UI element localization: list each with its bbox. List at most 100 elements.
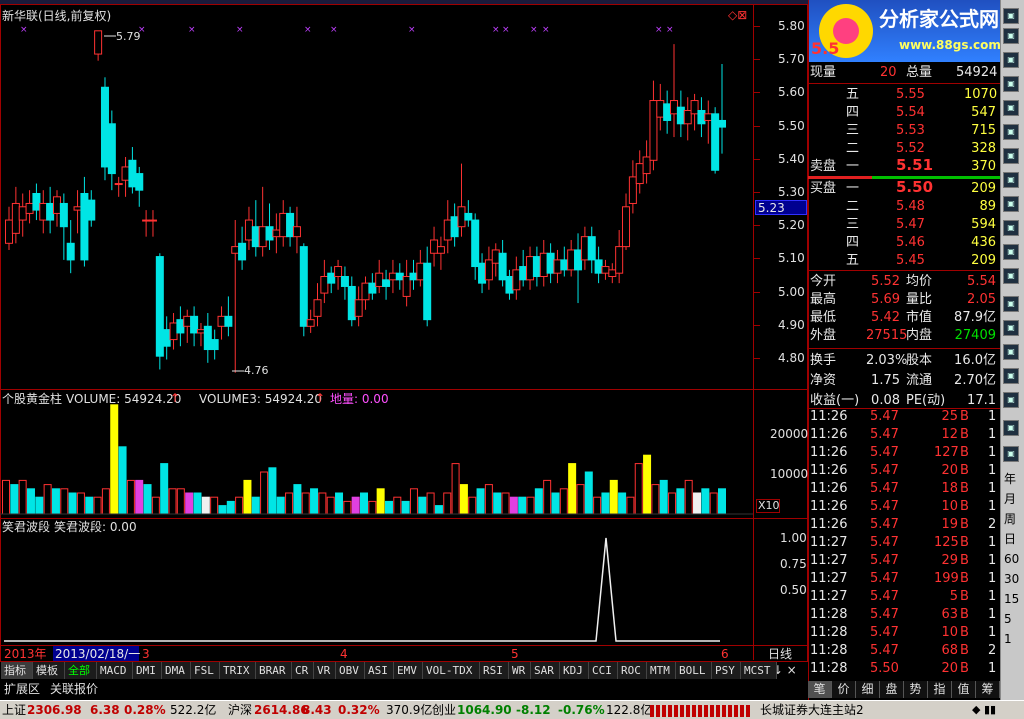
toolbar-icon[interactable]: ▣ [1003, 420, 1019, 436]
toolbar-icon[interactable]: ▣ [1003, 320, 1019, 336]
tab-indicator-wr[interactable]: WR [509, 662, 531, 679]
toolbar-icon[interactable]: ▣ [1003, 220, 1019, 236]
toolbar-icon[interactable]: ▣ [1003, 148, 1019, 164]
toolbar-icon[interactable]: ▣ [1003, 28, 1019, 44]
quote-tab-6[interactable]: 值 [952, 681, 976, 698]
price-axis-label: 5.00 [778, 284, 805, 299]
volume-bar [243, 479, 252, 515]
period-button-1[interactable]: 月 [1004, 492, 1016, 506]
toolbar-icon[interactable]: ▣ [1003, 268, 1019, 284]
volume-bar [326, 496, 335, 515]
tab-indicator-kdj[interactable]: KDJ [560, 662, 589, 679]
quote-tab-4[interactable]: 势 [904, 681, 928, 698]
tab-indicator-boll[interactable]: BOLL [676, 662, 712, 679]
price-axis-tick [754, 324, 760, 326]
tick-price: 5.47 [870, 535, 899, 550]
toolbar-icon[interactable]: ▣ [1003, 296, 1019, 312]
tick-side: B [960, 445, 969, 460]
tick-row: 11:28 5.47 68 B 2 [808, 642, 1000, 660]
period-button-4[interactable]: 60 [1004, 552, 1019, 566]
tab-indicator-mtm[interactable]: MTM [647, 662, 676, 679]
tab-indicator-brar[interactable]: BRAR [256, 662, 292, 679]
bid-price: 5.50 [896, 178, 934, 196]
toolbar-icon[interactable]: ▣ [1003, 172, 1019, 188]
bid-volume: 209 [971, 181, 996, 196]
price-axis-label: 5.80 [778, 19, 805, 33]
volume-bar [35, 496, 44, 515]
toolbar-icon[interactable]: ▣ [1003, 100, 1019, 116]
tab-indicator-emv[interactable]: EMV [394, 662, 423, 679]
period-button-7[interactable]: 5 [1004, 612, 1012, 626]
quote-tab-7[interactable]: 筹 [976, 681, 1000, 698]
toolbar-icon[interactable]: ▣ [1003, 344, 1019, 360]
period-button-2[interactable]: 周 [1004, 512, 1016, 526]
tab-indicator-obv[interactable]: OBV [336, 662, 365, 679]
tab-indicator-dmi[interactable]: DMI [133, 662, 162, 679]
tab-extension-area[interactable]: 扩展区 [4, 682, 40, 696]
bid-price: 5.48 [896, 199, 925, 214]
tick-row: 11:27 5.47 29 B 1 [808, 552, 1000, 570]
candle-body [683, 110, 692, 125]
toolbar-icon[interactable]: ▣ [1003, 392, 1019, 408]
period-button-0[interactable]: 年 [1004, 472, 1016, 486]
stat-label: 股本 [906, 353, 933, 368]
candle-body [190, 315, 199, 334]
stat-label: 均价 [906, 274, 933, 289]
tab-indicator-mcst[interactable]: MCST [741, 662, 777, 679]
quote-tab-3[interactable]: 盘 [880, 681, 904, 698]
tab-templates[interactable]: 模板 [33, 662, 65, 679]
candle-body [155, 256, 164, 357]
ground-volume-value: 地量: 0.00 [330, 392, 389, 406]
month-label: 4 [340, 647, 348, 661]
tab-indicator-rsi[interactable]: RSI [480, 662, 509, 679]
tab-indicator-asi[interactable]: ASI [365, 662, 394, 679]
chart-svg[interactable]: × × × × × × × × × × × × × [0, 0, 808, 660]
toolbar-icon[interactable]: ▣ [1003, 8, 1019, 24]
price-axis-tick [754, 258, 760, 260]
quote-tab-0[interactable]: 笔 [808, 681, 832, 698]
volume-bar [551, 492, 560, 515]
tab-indicator-vr[interactable]: VR [314, 662, 336, 679]
toolbar-icon[interactable]: ▣ [1003, 368, 1019, 384]
candle-body [238, 242, 247, 261]
toolbar-icon[interactable]: ▣ [1003, 244, 1019, 260]
toolbar-icon[interactable]: ▣ [1003, 196, 1019, 212]
tick-time: 11:26 [810, 517, 848, 532]
tab-indicator-dma[interactable]: DMA [162, 662, 191, 679]
tab-indicator-psy[interactable]: PSY [712, 662, 741, 679]
period-button-3[interactable]: 日 [1004, 532, 1016, 546]
quote-tab-5[interactable]: 指 [928, 681, 952, 698]
quote-tab-2[interactable]: 细 [856, 681, 880, 698]
period-button-5[interactable]: 30 [1004, 572, 1019, 586]
tab-indicator-全部[interactable]: 全部 [65, 662, 97, 679]
tab-indicator-sar[interactable]: SAR [531, 662, 560, 679]
tick-time: 11:26 [810, 409, 848, 424]
signal-mark: × [666, 25, 674, 35]
period-label[interactable]: 日线 [768, 647, 792, 661]
tab-indicator-fsl[interactable]: FSL [191, 662, 220, 679]
toolbar-icon[interactable]: ▣ [1003, 76, 1019, 92]
indicator-axis-label: 0.75 [780, 557, 807, 571]
tab-related-quotes[interactable]: 关联报价 [50, 682, 98, 696]
toolbar-icon[interactable]: ▣ [1003, 52, 1019, 68]
tick-count: 2 [988, 643, 997, 658]
quote-tab-1[interactable]: 价 [832, 681, 856, 698]
volume-bar [285, 492, 294, 515]
signal-mark: × [502, 25, 510, 35]
stat-value: 87.9亿 [954, 310, 996, 325]
tab-indicator-macd[interactable]: MACD [97, 662, 133, 679]
quote-row: 四 5.46 436 [808, 234, 1000, 252]
period-button-8[interactable]: 1 [1004, 632, 1012, 646]
tab-indicator-roc[interactable]: ROC [618, 662, 647, 679]
quote-row: 外盘 27515 内盘 27409 [808, 327, 1000, 345]
period-button-6[interactable]: 15 [1004, 592, 1019, 606]
tab-indicator-vol-tdx[interactable]: VOL-TDX [423, 662, 480, 679]
toolbar-icon[interactable]: ▣ [1003, 124, 1019, 140]
volume-bar [509, 496, 518, 515]
tab-indicator-trix[interactable]: TRIX [220, 662, 256, 679]
tab-indicators[interactable]: 指标 [1, 662, 33, 679]
tab-indicator-cr[interactable]: CR [292, 662, 314, 679]
toolbar-icon[interactable]: ▣ [1003, 446, 1019, 462]
tab-indicator-cci[interactable]: CCI [589, 662, 618, 679]
quote-row: 最低 5.42 市值 87.9亿 [808, 309, 1000, 327]
